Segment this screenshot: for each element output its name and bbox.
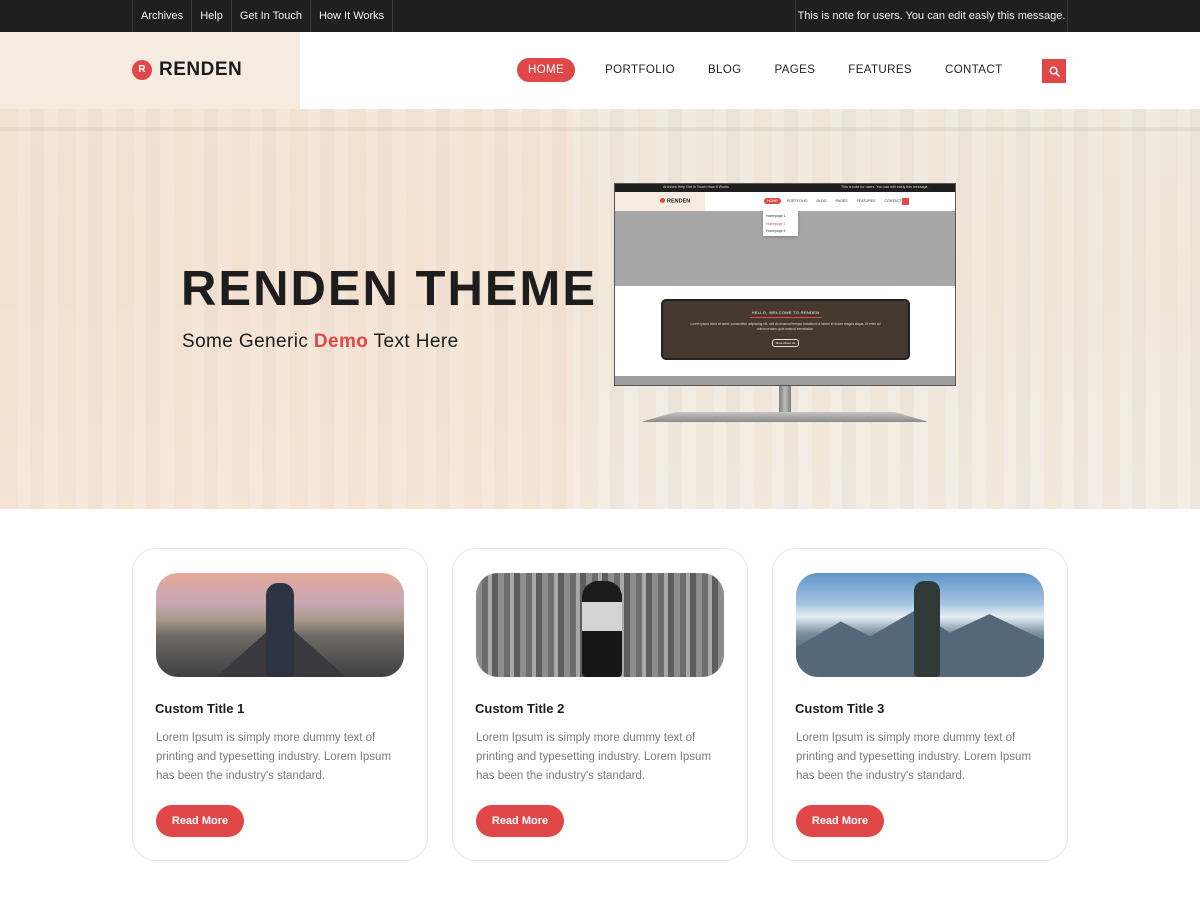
hero-title: RENDEN THEME xyxy=(181,262,598,316)
monitor-stand-neck xyxy=(779,386,791,413)
nav-portfolio[interactable]: PORTFOLIO xyxy=(605,58,675,82)
top-link-help[interactable]: Help xyxy=(192,0,232,32)
nav-blog[interactable]: BLOG xyxy=(708,58,742,82)
card-title: Custom Title 2 xyxy=(475,701,565,716)
walker-figure xyxy=(266,583,294,677)
mock-card-divider xyxy=(749,317,822,318)
hero-section: RENDEN THEME Some Generic Demo Text Here… xyxy=(0,109,1200,509)
mock-nav-item: BLOG xyxy=(816,199,827,203)
site-header: R RENDEN HOME PORTFOLIO BLOG PAGES FEATU… xyxy=(0,32,1200,109)
hero-subtitle-highlight: Demo xyxy=(313,331,369,352)
mock-card-text: Lorem ipsum dolor sit amet, consectetur … xyxy=(690,322,881,331)
search-icon xyxy=(1049,66,1060,77)
top-link-archives[interactable]: Archives xyxy=(133,0,193,32)
mock-dropdown: Homepage 1 Homepage 2 Homepage 3 xyxy=(763,211,798,236)
mock-nav-item: PAGES xyxy=(835,199,848,203)
mock-nav: HOME PORTFOLIO BLOG PAGES FEATURES CONTA… xyxy=(764,198,911,204)
card-title: Custom Title 1 xyxy=(155,701,245,716)
woman-figure xyxy=(582,581,622,677)
mock-card-button: More About Us xyxy=(771,339,800,347)
nav-contact[interactable]: CONTACT xyxy=(945,58,1003,82)
mock-dropdown-item: Homepage 2 xyxy=(766,221,786,226)
monitor-screen: Archives Help Get In Touch How It Works … xyxy=(614,183,956,386)
mock-bottom-bar xyxy=(615,376,955,385)
card-image-mountain-hiker xyxy=(796,573,1044,677)
mock-card-heading: HELLO, WELCOME TO RENDEN xyxy=(751,310,820,315)
feature-card-2: Custom Title 2 Lorem Ipsum is simply mor… xyxy=(452,548,748,861)
search-button[interactable] xyxy=(1042,59,1066,83)
card-image-woman-beanie xyxy=(476,573,724,677)
nav-home[interactable]: HOME xyxy=(517,58,576,82)
card-text: Lorem Ipsum is simply more dummy text of… xyxy=(156,732,392,782)
read-more-button[interactable]: Read More xyxy=(796,805,884,837)
hero-subtitle: Some Generic Demo Text Here xyxy=(182,331,459,353)
mock-dropdown-item: Homepage 1 xyxy=(766,214,786,218)
top-note: This is note for users. You can edit eas… xyxy=(795,0,1068,32)
card-title: Custom Title 3 xyxy=(795,701,885,716)
mock-header: RENDEN HOME PORTFOLIO BLOG PAGES FEATURE… xyxy=(615,192,955,211)
top-links: Archives Help Get In Touch How It Works xyxy=(132,0,394,32)
mock-welcome-card: HELLO, WELCOME TO RENDEN Lorem ipsum dol… xyxy=(661,299,910,360)
read-more-button[interactable]: Read More xyxy=(476,805,564,837)
card-image-road-walker xyxy=(156,573,404,677)
site-logo[interactable]: R RENDEN xyxy=(132,59,242,81)
top-link-get-in-touch[interactable]: Get In Touch xyxy=(232,0,311,32)
mock-nav-item: CONTACT xyxy=(884,199,902,203)
main-nav: HOME PORTFOLIO BLOG PAGES FEATURES CONTA… xyxy=(517,58,1036,82)
hiker-figure xyxy=(914,581,940,677)
read-more-button[interactable]: Read More xyxy=(156,805,244,837)
logo-mark-icon: R xyxy=(132,60,152,80)
feature-card-1: Custom Title 1 Lorem Ipsum is simply mor… xyxy=(132,548,428,861)
card-text: Lorem Ipsum is simply more dummy text of… xyxy=(476,732,712,782)
mock-logo: RENDEN xyxy=(660,198,690,205)
hero-subtitle-before: Some Generic xyxy=(182,331,314,352)
mock-logo-icon xyxy=(660,198,665,203)
logo-text: RENDEN xyxy=(159,59,243,80)
mock-nav-item: PORTFOLIO xyxy=(786,199,808,203)
mock-dropdown-item: Homepage 3 xyxy=(766,229,786,233)
nav-pages[interactable]: PAGES xyxy=(775,58,816,82)
hero-subtitle-after: Text Here xyxy=(368,331,459,352)
nav-features[interactable]: FEATURES xyxy=(848,58,912,82)
mock-nav-item: HOME xyxy=(764,198,781,204)
top-bar: Archives Help Get In Touch How It Works … xyxy=(0,0,1200,32)
mock-nav-item: FEATURES xyxy=(856,199,876,203)
top-link-how-it-works[interactable]: How It Works xyxy=(311,0,394,32)
mock-top-bar: Archives Help Get In Touch How It Works … xyxy=(615,184,955,192)
mock-top-note: This is note for users. You can edit eas… xyxy=(841,185,929,189)
monitor-stand-base xyxy=(641,412,929,422)
feature-card-3: Custom Title 3 Lorem Ipsum is simply mor… xyxy=(772,548,1068,861)
mock-top-links: Archives Help Get In Touch How It Works xyxy=(663,185,729,189)
mock-search-icon xyxy=(902,198,909,205)
card-text: Lorem Ipsum is simply more dummy text of… xyxy=(796,732,1032,782)
mock-logo-text: RENDEN xyxy=(667,198,691,205)
monitor-mockup: Archives Help Get In Touch How It Works … xyxy=(614,183,956,446)
